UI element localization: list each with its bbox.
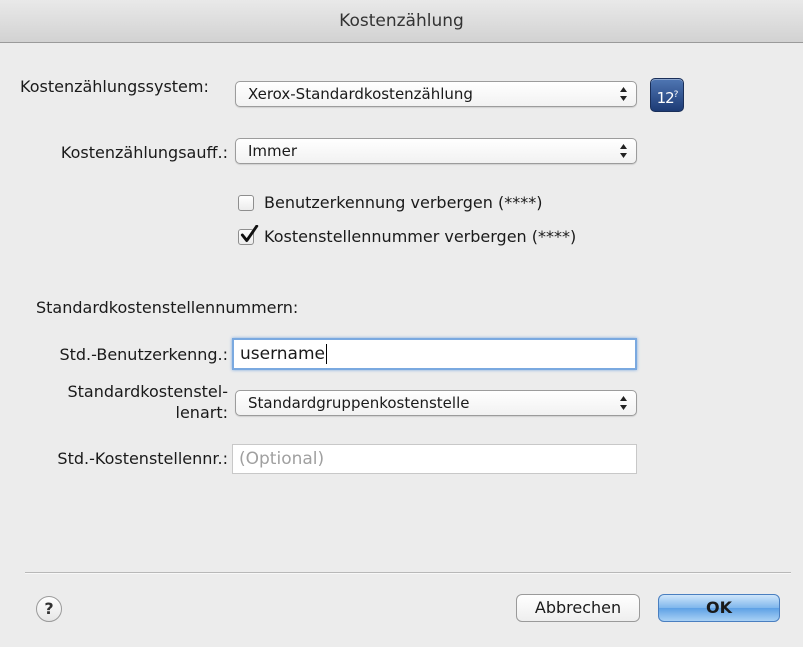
accounting-prompt-label: Kostenzählungsauff.: bbox=[60, 143, 228, 162]
popup-arrows-icon bbox=[620, 87, 627, 101]
hide-user-id-label: Benutzerkennung verbergen (****) bbox=[264, 193, 543, 212]
hide-account-id-label: Kostenstellennummer verbergen (****) bbox=[264, 227, 577, 246]
popup-arrows-icon bbox=[620, 396, 627, 410]
hide-account-id-checkbox[interactable] bbox=[238, 225, 259, 245]
default-account-type-select[interactable]: Standardgruppenkostenstelle bbox=[235, 390, 637, 416]
help-icon[interactable]: ? bbox=[36, 596, 62, 622]
window-title: Kostenzählung bbox=[0, 0, 803, 43]
accounting-prompt-select[interactable]: Immer bbox=[235, 138, 637, 164]
calculator-icon[interactable]: 12? bbox=[650, 78, 684, 112]
ok-button[interactable]: OK bbox=[658, 594, 780, 622]
accounting-system-select[interactable]: Xerox-Standardkostenzählung bbox=[235, 81, 637, 107]
default-account-type-value: Standardgruppenkostenstelle bbox=[248, 394, 470, 412]
default-user-id-value: username bbox=[240, 344, 325, 364]
popup-arrows-icon bbox=[620, 144, 627, 158]
checkmark-icon bbox=[240, 225, 259, 242]
footer-divider bbox=[25, 572, 791, 574]
default-account-id-field[interactable]: (Optional) bbox=[232, 444, 637, 474]
default-user-id-field[interactable]: username bbox=[232, 338, 637, 370]
accounting-prompt-value: Immer bbox=[248, 142, 298, 160]
default-account-id-label: Std.-Kostenstellennr.: bbox=[57, 449, 228, 468]
accounting-system-value: Xerox-Standardkostenzählung bbox=[248, 85, 473, 103]
accounting-system-label: Kostenzählungssystem: bbox=[20, 77, 209, 96]
default-account-id-placeholder: (Optional) bbox=[239, 449, 325, 469]
hide-user-id-checkbox[interactable] bbox=[238, 195, 254, 211]
cancel-button[interactable]: Abbrechen bbox=[516, 594, 640, 622]
text-cursor bbox=[326, 344, 327, 364]
default-user-id-label: Std.-Benutzerkenng.: bbox=[59, 345, 228, 364]
default-account-type-label: Standardkostenstel- lenart: bbox=[67, 382, 228, 422]
defaults-section-title: Standardkostenstellennummern: bbox=[36, 298, 299, 317]
